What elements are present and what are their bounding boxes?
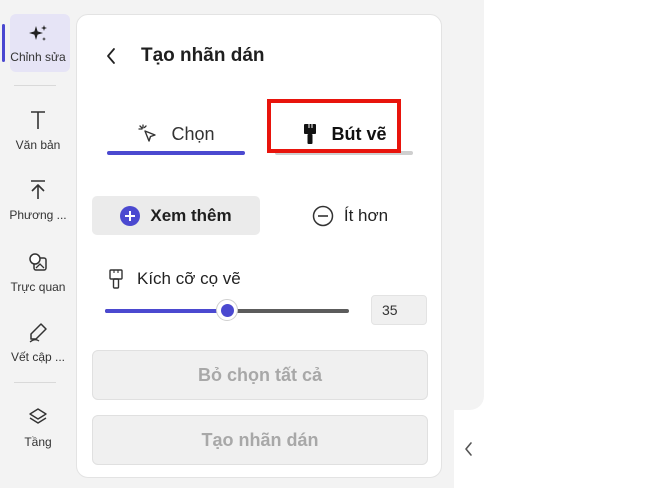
brush-size-slider[interactable] — [105, 299, 351, 321]
rail-item-drawing[interactable]: Vết cập ... — [0, 320, 76, 364]
brush-size-row: Kích cỡ cọ vẽ — [109, 269, 241, 289]
mode-row: Xem thêm Ít hơn — [92, 196, 422, 236]
tool-tabs: Chọn Bút vẽ — [107, 111, 413, 161]
tab-label: Bút vẽ — [331, 123, 387, 144]
sparkle-icon — [26, 22, 50, 46]
layers-icon — [26, 405, 50, 429]
show-more-label: Xem thêm — [150, 205, 232, 225]
show-less-button[interactable]: Ít hơn — [280, 196, 420, 235]
rail-item-label: Chỉnh sửa — [10, 50, 66, 64]
visuals-icon — [26, 250, 50, 274]
canvas-area — [454, 0, 665, 488]
pen-icon — [26, 320, 50, 344]
rail-item-edit[interactable]: Chỉnh sửa — [0, 22, 76, 64]
cursor-sparkle-icon — [137, 123, 159, 145]
rail-item-visuals[interactable]: Trực quan — [0, 250, 76, 294]
tab-select[interactable]: Chọn — [107, 111, 245, 157]
text-icon — [26, 108, 50, 132]
create-sticker-button[interactable]: Tạo nhãn dán — [92, 415, 428, 465]
minus-circle-icon — [312, 205, 334, 227]
canvas-gutter — [454, 0, 484, 410]
tab-underline — [107, 151, 245, 155]
plus-circle-icon — [120, 205, 141, 226]
sticker-panel: Tạo nhãn dán Chọn Bút vẽ Xem thêm Ít hơn… — [76, 14, 442, 478]
rail-divider — [14, 85, 56, 86]
rail-item-label: Vết cập ... — [10, 350, 66, 364]
chevron-left-icon — [107, 48, 115, 64]
slider-fill — [105, 309, 227, 313]
chevron-left-icon — [465, 442, 472, 456]
panel-title: Tạo nhãn dán — [141, 45, 265, 66]
tab-underline — [275, 151, 413, 155]
rail-divider — [14, 382, 56, 383]
tab-label: Chọn — [171, 123, 215, 144]
rail-item-layers[interactable]: Tầng — [0, 405, 76, 449]
rail-item-media[interactable]: Phương ... — [0, 178, 76, 222]
rail-item-label: Trực quan — [10, 280, 66, 294]
brush-size-label: Kích cỡ cọ vẽ — [137, 269, 241, 288]
brush-icon — [301, 123, 319, 145]
tab-brush[interactable]: Bút vẽ — [275, 111, 413, 157]
brush-size-input[interactable] — [371, 295, 427, 325]
show-more-button[interactable]: Xem thêm — [92, 196, 260, 235]
panel-header: Tạo nhãn dán — [101, 41, 265, 71]
left-rail: Chỉnh sửa Văn bản Phương ... Trực quan V… — [0, 0, 76, 488]
slider-thumb[interactable] — [216, 299, 238, 321]
collapse-panel-button[interactable] — [454, 410, 484, 488]
rail-item-label: Văn bản — [15, 138, 61, 152]
upload-icon — [26, 178, 50, 202]
rail-item-label: Tầng — [24, 435, 52, 449]
rail-item-text[interactable]: Văn bản — [0, 108, 76, 152]
rail-item-label: Phương ... — [9, 208, 67, 222]
show-less-label: Ít hơn — [343, 205, 389, 225]
deselect-all-button[interactable]: Bỏ chọn tất cả — [92, 350, 428, 400]
brush-outline-icon — [109, 269, 123, 289]
back-button[interactable] — [101, 44, 121, 68]
